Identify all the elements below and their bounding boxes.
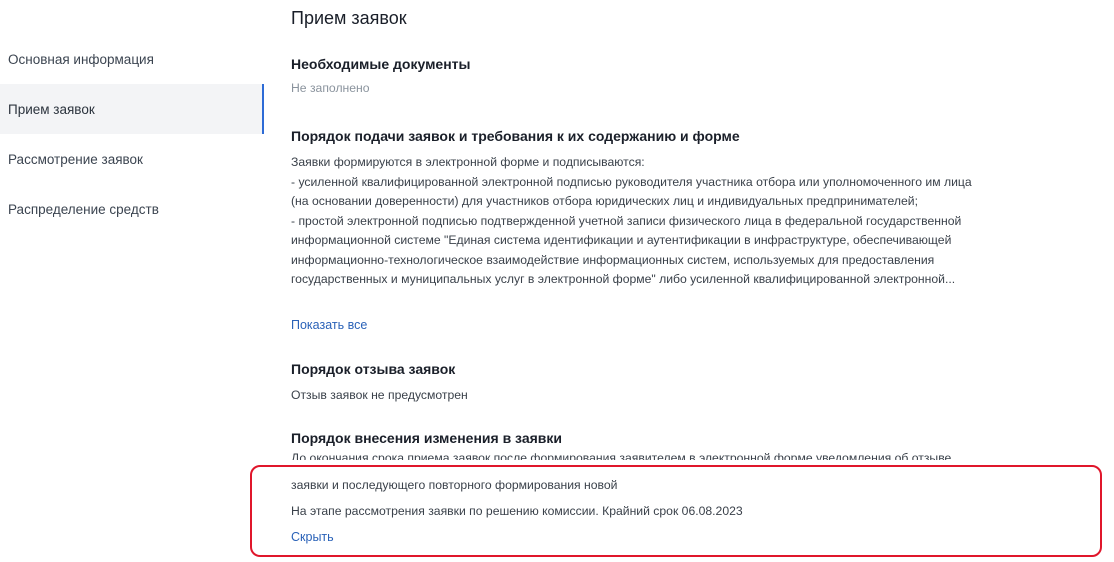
changes-title: Порядок внесения изменения в заявки	[291, 430, 563, 446]
submission-title: Порядок подачи заявок и требования к их …	[291, 128, 740, 144]
submission-line: информационной системе "Единая система и…	[291, 233, 952, 247]
sidebar-item-label: Распределение средств	[8, 201, 159, 217]
sidebar-item-label: Прием заявок	[8, 101, 95, 117]
hide-link[interactable]: Скрыть	[291, 530, 334, 544]
changes-line: заявки и последующего повторного формиро…	[291, 478, 618, 492]
withdrawal-title: Порядок отзыва заявок	[291, 361, 456, 377]
changes-cut-line: До окончания срока приема заявок после ф…	[291, 451, 952, 460]
sidebar-item-label: Основная информация	[8, 51, 154, 67]
submission-line: - усиленной квалифицированной электронно…	[291, 174, 972, 189]
submission-line: Заявки формируются в электронной форме и…	[291, 155, 645, 169]
sidebar-item-basic-info[interactable]: Основная информация	[0, 34, 264, 84]
required-docs-title: Необходимые документы	[291, 56, 471, 72]
submission-line: (на основании доверенности) для участник…	[291, 194, 918, 208]
show-all-link[interactable]: Показать все	[291, 318, 367, 332]
required-docs-value: Не заполнено	[291, 81, 370, 95]
submission-line: государственных и муниципальных услуг в …	[291, 272, 956, 286]
sidebar-item-applications[interactable]: Прием заявок	[0, 84, 264, 134]
sidebar-item-distribution[interactable]: Распределение средств	[0, 184, 264, 234]
submission-line: - простой электронной подписью подтвержд…	[291, 213, 962, 228]
submission-text: Заявки формируются в электронной форме и…	[291, 153, 1106, 290]
submission-line: информационно-технологическое взаимодейс…	[291, 252, 935, 267]
page: Основная информация Прием заявок Рассмот…	[0, 0, 1114, 562]
sidebar-item-label: Рассмотрение заявок	[8, 151, 143, 167]
sidebar-item-review[interactable]: Рассмотрение заявок	[0, 134, 264, 184]
sidebar-nav: Основная информация Прием заявок Рассмот…	[0, 34, 264, 234]
page-title: Прием заявок	[291, 8, 407, 28]
changes-deadline: На этапе рассмотрения заявки по решению …	[291, 504, 743, 518]
withdrawal-value: Отзыв заявок не предусмотрен	[291, 388, 468, 402]
